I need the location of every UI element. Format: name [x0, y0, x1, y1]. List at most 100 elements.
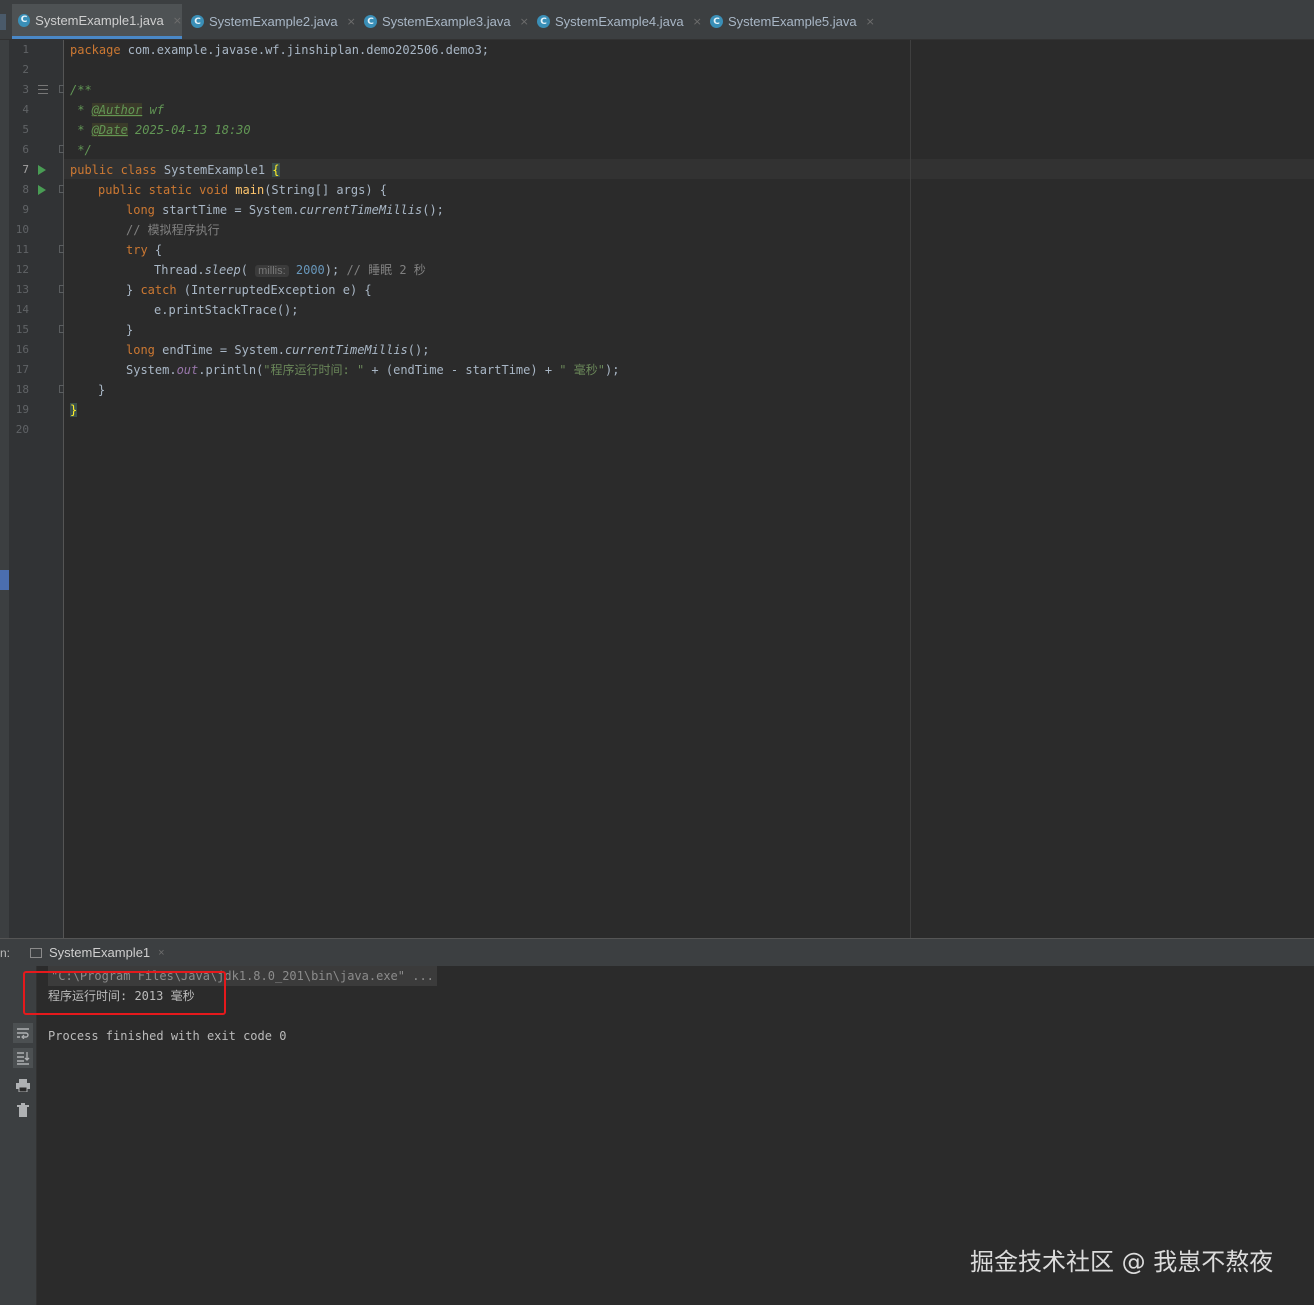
- code-text: System.: [126, 363, 177, 377]
- code-text: ();: [407, 343, 430, 357]
- console-icon: [30, 947, 42, 958]
- code-text: ();: [422, 203, 444, 217]
- code-text: endTime = System.: [154, 343, 285, 357]
- string-literal: "程序运行时间: ": [263, 363, 365, 377]
- run-panel-header: n: SystemExample1 ×: [0, 938, 1314, 966]
- line-comment: // 模拟程序执行: [126, 223, 220, 237]
- doc-comment-star: *: [70, 123, 92, 137]
- line-number: 5: [22, 123, 29, 136]
- run-tab-label: SystemExample1: [49, 945, 151, 960]
- tab-systemexample3[interactable]: C SystemExample3.java ×: [364, 4, 529, 39]
- keyword: catch: [140, 283, 177, 297]
- gutter-line: 17: [9, 360, 64, 380]
- code-text: }: [126, 283, 141, 297]
- gutter-line: 20: [9, 420, 64, 440]
- line-number: 16: [15, 343, 29, 356]
- run-icon[interactable]: [38, 165, 46, 175]
- line-number: 4: [22, 103, 29, 116]
- doc-comment: */: [70, 143, 92, 157]
- doc-tag: @Author: [91, 103, 143, 117]
- java-class-icon: C: [537, 15, 550, 28]
- close-icon[interactable]: ×: [693, 15, 702, 28]
- gutter-line: 1: [9, 40, 64, 60]
- code-text: );: [324, 263, 340, 277]
- keyword: public class: [70, 163, 157, 177]
- gutter-line: 16: [9, 340, 64, 360]
- java-class-icon: C: [364, 15, 377, 28]
- console-exit-line: Process finished with exit code 0: [48, 1029, 287, 1043]
- line-number: 19: [15, 403, 29, 416]
- keyword: long: [126, 343, 155, 357]
- soft-wrap-icon[interactable]: [13, 1023, 33, 1043]
- editor-tab-bar: C SystemExample1.java × C SystemExample2…: [0, 4, 1314, 40]
- line-gutter: 1 2 3 4 5 6 7 8 9 10 11 12 13 14 15 16 1…: [9, 40, 67, 938]
- line-comment: // 睡眠 2 秒: [339, 263, 426, 277]
- code-line-10: // 模拟程序执行: [126, 220, 220, 240]
- code-line-4: * @Author wf: [70, 100, 164, 120]
- code-text: );: [604, 363, 620, 377]
- line-number: 11: [15, 243, 29, 256]
- close-icon[interactable]: ×: [173, 14, 182, 27]
- code-line-12: Thread.sleep( millis: 2000); // 睡眠 2 秒: [154, 260, 426, 280]
- matched-brace: }: [70, 403, 78, 417]
- doc-tag-value: wf: [142, 103, 164, 117]
- code-text: }: [98, 383, 106, 397]
- code-text: Thread.: [154, 263, 205, 277]
- tab-label: SystemExample3.java: [382, 14, 511, 29]
- code-line-18: }: [98, 380, 105, 400]
- code-line-19: }: [70, 400, 78, 420]
- code-editor[interactable]: package com.example.javase.wf.jinshiplan…: [64, 40, 1314, 938]
- scroll-to-end-icon[interactable]: [13, 1048, 33, 1068]
- tab-label: SystemExample2.java: [209, 14, 338, 29]
- static-call: currentTimeMillis: [299, 203, 423, 217]
- close-icon[interactable]: ×: [347, 15, 356, 28]
- line-number: 7: [22, 163, 29, 176]
- code-line-9: long startTime = System.currentTimeMilli…: [126, 200, 444, 220]
- line-number: 17: [15, 363, 29, 376]
- static-field: out: [176, 363, 199, 377]
- line-number: 13: [15, 283, 29, 296]
- tab-systemexample4[interactable]: C SystemExample4.java ×: [537, 4, 702, 39]
- gutter-line: 4: [9, 100, 64, 120]
- gutter-line: 14: [9, 300, 64, 320]
- gutter-line: 19: [9, 400, 64, 420]
- scroll-marker: [0, 570, 9, 590]
- code-line-11: try {: [126, 240, 162, 260]
- class-name: SystemExample1: [156, 163, 273, 177]
- gutter-line: 18: [9, 380, 67, 400]
- code-text: (InterruptedException e) {: [176, 283, 372, 297]
- trash-icon[interactable]: [13, 1100, 33, 1120]
- tab-label: SystemExample5.java: [728, 14, 857, 29]
- line-number: 14: [15, 303, 29, 316]
- close-icon[interactable]: ×: [520, 15, 529, 28]
- line-number: 9: [22, 203, 29, 216]
- close-icon[interactable]: ×: [158, 947, 164, 959]
- print-icon[interactable]: [13, 1075, 33, 1095]
- gutter-line: 15: [9, 320, 67, 340]
- gutter-line: 7: [9, 160, 64, 180]
- watermark: 掘金技术社区 @ 我崽不熬夜: [970, 1248, 1274, 1276]
- close-icon[interactable]: ×: [866, 15, 875, 28]
- line-number: 2: [22, 63, 29, 76]
- keyword: try: [126, 243, 148, 257]
- tab-systemexample2[interactable]: C SystemExample2.java ×: [191, 4, 356, 39]
- gutter-line: 12: [9, 260, 64, 280]
- project-panel-edge: [0, 14, 6, 30]
- code-text: (: [240, 263, 256, 277]
- doc-render-icon[interactable]: [38, 85, 48, 94]
- code-line-16: long endTime = System.currentTimeMillis(…: [126, 340, 429, 360]
- static-call: sleep: [204, 263, 241, 277]
- left-tool-strip: [0, 40, 9, 938]
- string-literal: " 毫秒": [559, 363, 605, 377]
- code-line-8: public static void main(String[] args) {: [98, 180, 387, 200]
- run-icon[interactable]: [38, 185, 46, 195]
- tab-systemexample5[interactable]: C SystemExample5.java ×: [710, 4, 875, 39]
- package-name: com.example.javase.wf.jinshiplan.demo202…: [120, 43, 490, 57]
- run-tab-systemexample1[interactable]: SystemExample1 ×: [30, 939, 165, 966]
- line-number: 15: [15, 323, 29, 336]
- gutter-line: 11: [9, 240, 67, 260]
- tab-systemexample1[interactable]: C SystemExample1.java ×: [12, 4, 182, 39]
- run-left-strip: [0, 966, 9, 1305]
- line-number: 18: [15, 383, 29, 396]
- code-text: e.printStackTrace();: [154, 303, 299, 317]
